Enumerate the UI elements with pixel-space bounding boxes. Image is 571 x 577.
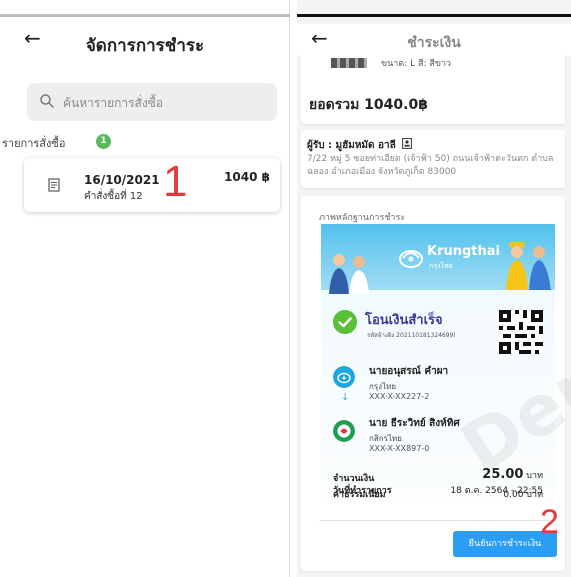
payment-proof-card: ภาพหลักฐานการชำระ Krungthai กรุงไทย โอนเ…: [301, 196, 565, 571]
divider: [319, 520, 555, 521]
bank-brand-name: Krungthai: [427, 244, 500, 259]
orders-count-badge: 1: [96, 134, 111, 149]
product-thumbnail: [331, 58, 367, 68]
person-illustration-icon: [329, 254, 369, 294]
orders-section-label: รายการสั่งซื้อ: [2, 137, 66, 150]
page-title: จัดการการชำระ: [85, 36, 205, 56]
bank-brand-thai: กรุงไทย: [429, 262, 453, 270]
search-input[interactable]: ค้นหารายการสั่งซื้อ: [27, 83, 277, 121]
recipient-name: ผู้รับ : มูฮัมหมัด อาลี: [307, 138, 413, 153]
transfer-slip-image: Krungthai กรุงไทย โอนเงินสำเร็จ รหัสอ้าง…: [321, 224, 555, 498]
kasikorn-bank-icon: [333, 420, 355, 442]
recipient-name-text: ผู้รับ : มูฮัมหมัด อาลี: [307, 140, 396, 151]
sender-name: นายอนุสรณ์ คำผา: [369, 366, 449, 377]
recipient-address: 7/22 หมู่ 5 ซอยท่าเอียด (เจ้าฟ้า 50) ถนน…: [307, 154, 554, 177]
amount-currency: บาท: [526, 471, 543, 481]
transaction-date-value: 18 ต.ค. 2564 - 22:55: [450, 486, 543, 496]
transfer-reference: รหัสอ้างอิง 202110181324699l: [367, 332, 456, 339]
transaction-date-label: วันที่ทำรายการ: [333, 486, 392, 496]
product-spec: ขนาด: L สี: สีขาว: [381, 59, 452, 69]
qr-code-icon: [499, 310, 543, 354]
krungthai-logo-icon: [399, 250, 423, 268]
sender-account: XXX-X-XX227-2: [369, 392, 430, 401]
page-title: ชำระเงิน: [407, 35, 461, 51]
receiver-name: นาย ธีระวิทย์ สิงห์ทิศ: [369, 418, 460, 429]
amount-number: 25.00: [482, 467, 524, 482]
receipt-icon: [48, 178, 60, 192]
status-bar: [297, 14, 571, 17]
payment-proof-label: ภาพหลักฐานการชำระ: [319, 213, 406, 223]
search-placeholder: ค้นหารายการสั่งซื้อ: [63, 96, 164, 110]
order-amount: 1040 ฿: [224, 170, 270, 184]
app-header: ← จัดการการชำระ: [0, 24, 290, 60]
check-circle-icon: [333, 310, 357, 334]
transfer-success-title: โอนเงินสำเร็จ: [365, 313, 443, 328]
status-bar: [0, 14, 290, 17]
recipient-card: ผู้รับ : มูฮัมหมัด อาลี 7/22 หมู่ 5 ซอยท…: [301, 130, 565, 188]
payment-screen: ← ชำระเงิน ขนาด: L สี: สีขาว ยอดรวม 1040…: [297, 0, 571, 577]
order-summary-card: ขนาด: L สี: สีขาว ยอดรวม 1040.0฿: [301, 52, 565, 124]
order-management-screen: ← จัดการการชำระ ค้นหารายการสั่งซื้อ รายก…: [0, 0, 290, 577]
search-icon: [40, 94, 54, 108]
id-card-icon: [402, 138, 413, 149]
order-total: ยอดรวม 1040.0฿: [309, 97, 428, 113]
worker-illustration-icon: [506, 242, 551, 290]
order-date: 16/10/2021: [84, 173, 160, 187]
amount-value: 25.00 บาท: [482, 467, 543, 482]
order-number: คำสั่งซื้อที่ 12: [84, 191, 143, 202]
annotation-number-1: 1: [163, 157, 188, 206]
annotation-number-2: 2: [540, 503, 559, 541]
transfer-arrow-icon: ↓: [341, 392, 350, 403]
order-card[interactable]: 16/10/2021 คำสั่งซื้อที่ 12 1040 ฿: [24, 158, 280, 212]
krungthai-bank-icon: [333, 366, 355, 388]
receiver-account: XXX-X-XX897-0: [369, 444, 430, 453]
